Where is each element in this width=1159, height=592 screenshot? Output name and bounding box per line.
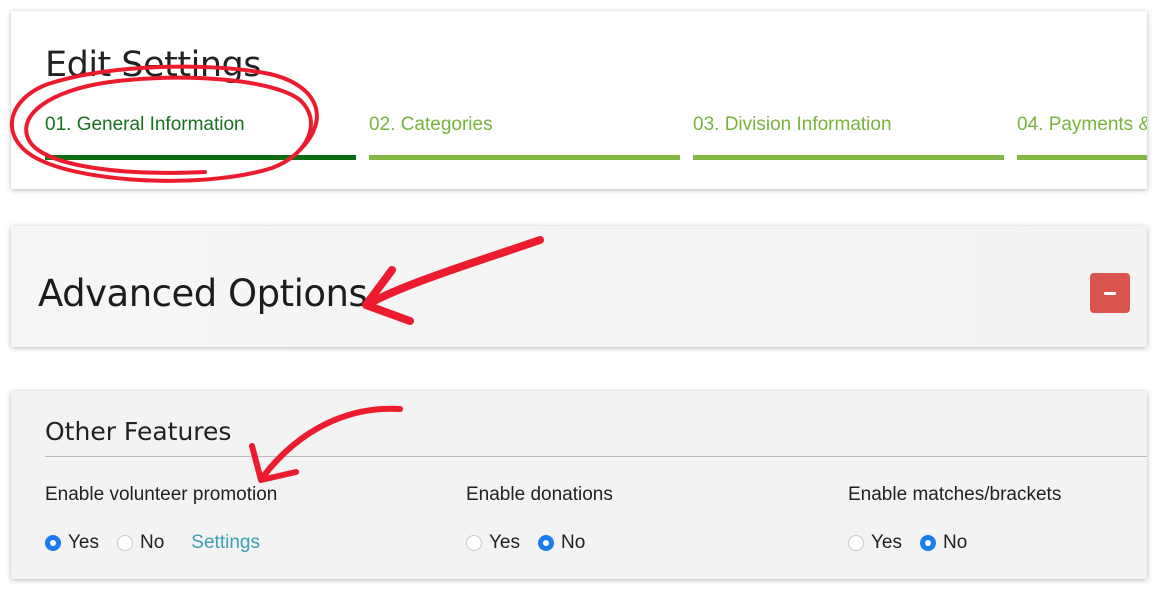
edit-settings-card: Edit Settings 01. General Information 02… xyxy=(11,11,1147,189)
other-features-card: Other Features Enable volunteer promotio… xyxy=(11,391,1147,579)
radio-group: Yes No xyxy=(848,532,985,554)
radio-label: No xyxy=(943,532,968,553)
page-title: Edit Settings xyxy=(45,45,261,85)
step-label: 03. Division Information xyxy=(693,114,892,135)
advanced-options-title: Advanced Options xyxy=(38,272,368,315)
radio-button[interactable] xyxy=(848,535,864,551)
radio-label: Yes xyxy=(871,532,902,553)
feature-donations: Enable donations Yes No xyxy=(466,484,613,553)
radio-label: Yes xyxy=(68,532,99,553)
radio-option-no[interactable]: No xyxy=(538,532,585,554)
radio-group: Yes No xyxy=(466,532,603,554)
radio-group: Yes No Settings xyxy=(45,532,260,554)
radio-option-yes[interactable]: Yes xyxy=(466,532,520,554)
feature-label: Enable donations xyxy=(466,484,613,505)
radio-button[interactable] xyxy=(117,535,133,551)
step-payments[interactable]: 04. Payments & xyxy=(1017,111,1147,160)
section-divider xyxy=(45,456,1147,457)
settings-link[interactable]: Settings xyxy=(191,532,260,554)
radio-label: Yes xyxy=(489,532,520,553)
radio-label: No xyxy=(561,532,586,553)
wizard-steps: 01. General Information 02. Categories 0… xyxy=(45,111,1147,161)
radio-button[interactable] xyxy=(45,535,61,551)
step-label: 01. General Information xyxy=(45,114,245,135)
step-categories[interactable]: 02. Categories xyxy=(369,111,680,160)
radio-button[interactable] xyxy=(538,535,554,551)
other-features-title: Other Features xyxy=(45,417,232,446)
radio-option-no[interactable]: No xyxy=(117,532,164,554)
collapse-button[interactable] xyxy=(1090,273,1130,313)
step-general-information[interactable]: 01. General Information xyxy=(45,111,356,160)
step-label: 02. Categories xyxy=(369,114,493,135)
feature-label: Enable volunteer promotion xyxy=(45,484,278,505)
advanced-options-card: Advanced Options xyxy=(11,226,1147,347)
feature-volunteer-promotion: Enable volunteer promotion Yes No Settin… xyxy=(45,484,278,553)
feature-label: Enable matches/brackets xyxy=(848,484,1062,505)
radio-label: No xyxy=(140,532,165,553)
radio-button[interactable] xyxy=(466,535,482,551)
radio-option-yes[interactable]: Yes xyxy=(45,532,99,554)
minus-icon xyxy=(1104,291,1116,295)
radio-option-yes[interactable]: Yes xyxy=(848,532,902,554)
radio-option-no[interactable]: No xyxy=(920,532,967,554)
step-label: 04. Payments & xyxy=(1017,114,1147,135)
radio-button[interactable] xyxy=(920,535,936,551)
feature-matches-brackets: Enable matches/brackets Yes No xyxy=(848,484,1062,553)
step-division-information[interactable]: 03. Division Information xyxy=(693,111,1004,160)
